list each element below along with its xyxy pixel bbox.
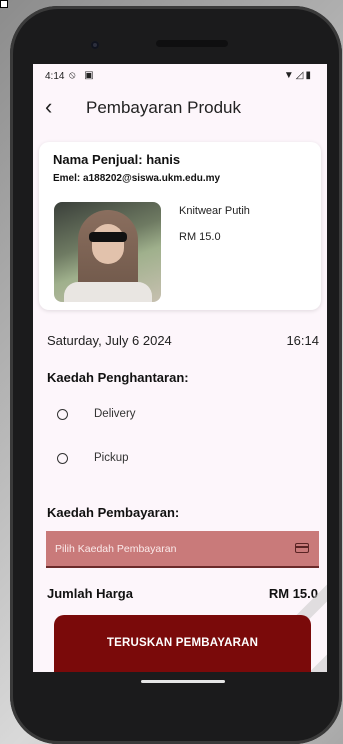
continue-payment-button[interactable]: TERUSKAN PEMBAYARAN <box>54 615 311 672</box>
order-time: 16:14 <box>286 333 319 348</box>
seller-name: Nama Penjual: hanis <box>53 152 181 167</box>
home-gesture-pill[interactable] <box>141 680 225 683</box>
payment-heading: Kaedah Pembayaran: <box>47 505 180 520</box>
seller-email: Emel: a188202@siswa.ukm.edu.my <box>53 173 221 184</box>
delivery-heading: Kaedah Penghantaran: <box>47 370 189 385</box>
radio-unchecked-icon[interactable] <box>57 453 68 464</box>
navigation-bar <box>33 672 327 705</box>
order-date: Saturday, July 6 2024 <box>47 333 172 348</box>
app-screen: 4:14 ⦸ ▣ ▼◿▮ ‹ Pembayaran Produk Nama Pe… <box>33 64 327 672</box>
status-bar: 4:14 ⦸ ▣ ▼◿▮ <box>33 64 327 88</box>
speaker-grille <box>156 40 228 47</box>
seller-card: Nama Penjual: hanis Emel: a188202@siswa.… <box>39 142 321 310</box>
photo-face <box>92 224 124 264</box>
credit-card-icon <box>295 543 309 553</box>
status-notification-icons: ⦸ ▣ <box>69 70 97 81</box>
product-price: RM 15.0 <box>179 231 221 243</box>
radio-unchecked-icon[interactable] <box>57 409 68 420</box>
camera-icon <box>91 41 99 49</box>
radio-label: Pickup <box>94 452 129 464</box>
status-system-icons: ▼◿▮ <box>283 70 313 81</box>
payment-method-placeholder: Pilih Kaedah Pembayaran <box>55 543 177 555</box>
page-title: Pembayaran Produk <box>86 98 241 117</box>
back-arrow-icon[interactable]: ‹ <box>45 94 52 120</box>
payment-method-select[interactable]: Pilih Kaedah Pembayaran <box>46 531 319 568</box>
status-time: 4:14 <box>45 71 65 82</box>
radio-label: Delivery <box>94 408 136 420</box>
product-name: Knitwear Putih <box>179 205 250 217</box>
app-bar: ‹ Pembayaran Produk <box>33 88 327 130</box>
corner-marker <box>0 0 8 8</box>
product-photo <box>54 202 161 302</box>
total-value: RM 15.0 <box>268 586 318 601</box>
photo-sunglasses <box>89 232 127 242</box>
total-label: Jumlah Harga <box>47 586 133 601</box>
photo-shirt <box>64 282 152 302</box>
